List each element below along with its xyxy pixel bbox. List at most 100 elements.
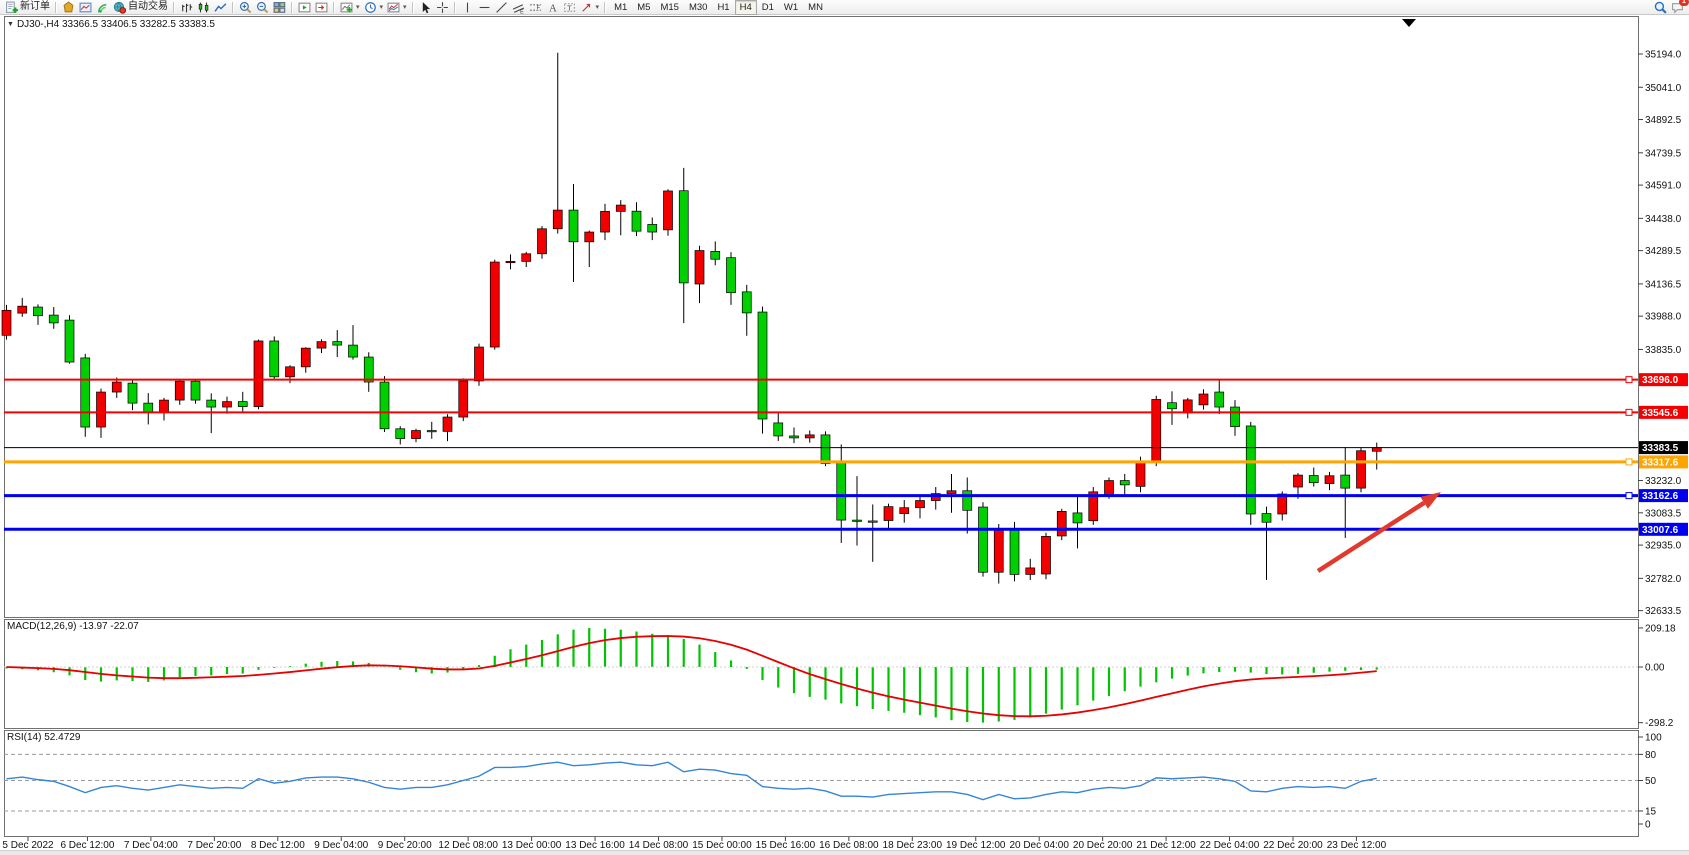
svg-text:33696.0: 33696.0 (1642, 375, 1679, 386)
timeframe-h1[interactable]: H1 (712, 0, 734, 15)
crosshair-button[interactable] (434, 0, 451, 14)
crosshair-icon (436, 1, 449, 14)
level-handle[interactable] (1626, 409, 1632, 415)
mt4-window: 新订单 自动交易 ▾ ▾ ▾ EFAT ▾ M1M5M15M30H1H4D1W1MN 1 351… (0, 0, 1689, 855)
level-handle[interactable] (1626, 377, 1632, 383)
zoom-out-button[interactable] (254, 0, 271, 14)
toolbar: 新订单 自动交易 ▾ ▾ ▾ EFAT ▾ M1M5M15M30H1H4D1W1MN 1 (0, 0, 1689, 15)
label-button[interactable]: T (561, 0, 578, 14)
chart-shift-icon (315, 1, 328, 14)
new-order-icon (5, 1, 18, 14)
alerts-icon (62, 1, 75, 14)
level-handle[interactable] (1626, 459, 1632, 465)
svg-text:0: 0 (1645, 820, 1651, 831)
chart-shift-button[interactable] (313, 0, 330, 14)
notification-badge: 1 (1679, 0, 1689, 6)
symbol-collapse-icon[interactable]: ▼ (7, 21, 14, 28)
zoom-in-icon (239, 1, 252, 14)
chevron-down-icon[interactable]: ▾ (356, 3, 360, 11)
macd-pane (5, 620, 1639, 729)
svg-text:209.18: 209.18 (1645, 623, 1676, 634)
status-bar (0, 850, 1689, 855)
auto-trading-button-label: 自动交易 (128, 0, 168, 14)
symbol-ohlc-text: DJ30-,H4 33366.5 33406.5 33282.5 33383.5 (17, 19, 215, 30)
timeframe-m15[interactable]: M15 (655, 0, 683, 15)
zoom-out-icon (256, 1, 269, 14)
macd-indicator-label: MACD(12,26,9) -13.97 -22.07 (7, 621, 139, 632)
fibo-icon: F (529, 1, 542, 14)
auto-trading-button[interactable]: 自动交易 (111, 0, 170, 14)
bar-chart-button[interactable] (178, 0, 195, 14)
svg-text:33162.6: 33162.6 (1642, 491, 1679, 502)
alerts-button[interactable] (60, 0, 77, 14)
rsi-indicator-label: RSI(14) 52.4729 (7, 732, 80, 743)
timeframe-m5[interactable]: M5 (632, 0, 655, 15)
periods-button[interactable]: ▾ (362, 0, 386, 14)
notifications-button[interactable]: 1 (1669, 0, 1686, 14)
market-watch-button[interactable] (77, 0, 94, 14)
svg-text:35194.0: 35194.0 (1645, 50, 1682, 61)
signal-icon (96, 1, 109, 14)
add-indicator-button[interactable]: ▾ (338, 0, 362, 14)
vline-icon (461, 1, 474, 14)
cursor-icon (419, 1, 432, 14)
new-order-button-label: 新订单 (20, 0, 50, 14)
svg-text:34136.5: 34136.5 (1645, 279, 1682, 290)
trendline-button[interactable] (493, 0, 510, 14)
text-button[interactable]: A (544, 0, 561, 14)
svg-text:E: E (520, 9, 524, 14)
svg-text:15: 15 (1645, 806, 1657, 817)
search-icon (1654, 1, 1667, 14)
toolbar-separator (333, 2, 335, 13)
timeframe-h4[interactable]: H4 (735, 0, 757, 15)
chevron-down-icon[interactable]: ▾ (596, 3, 600, 11)
channel-button[interactable]: E (510, 0, 527, 14)
vertical-line-button[interactable] (459, 0, 476, 14)
shapes-button[interactable]: ▾ (578, 0, 602, 14)
cursor-button[interactable] (417, 0, 434, 14)
timeframe-m1[interactable]: M1 (609, 0, 632, 15)
tile-windows-button[interactable] (271, 0, 288, 14)
svg-text:33232.0: 33232.0 (1645, 476, 1682, 487)
svg-text:80: 80 (1645, 750, 1657, 761)
templates-button[interactable]: ▾ (385, 0, 409, 14)
signals-button[interactable] (94, 0, 111, 14)
line-chart-button[interactable] (212, 0, 229, 14)
level-handle[interactable] (1626, 493, 1632, 499)
svg-text:33545.6: 33545.6 (1642, 408, 1679, 419)
timeframe-mn[interactable]: MN (803, 0, 828, 15)
svg-text:-298.2: -298.2 (1645, 718, 1674, 729)
text-a-icon: A (546, 1, 559, 14)
zoom-in-button[interactable] (237, 0, 254, 14)
svg-text:34591.0: 34591.0 (1645, 181, 1682, 192)
new-order-button[interactable]: 新订单 (3, 0, 52, 14)
timeframe-m30[interactable]: M30 (684, 0, 712, 15)
toolbar-separator (412, 2, 414, 13)
hline-icon (478, 1, 491, 14)
svg-text:34892.5: 34892.5 (1645, 115, 1682, 126)
svg-text:32782.0: 32782.0 (1645, 574, 1682, 585)
toolbar-separator (173, 2, 175, 13)
chart-canvas[interactable]: 35194.035041.034892.534739.534591.034438… (0, 0, 1689, 855)
chevron-down-icon[interactable]: ▾ (403, 3, 407, 11)
timeframe-w1[interactable]: W1 (779, 0, 803, 15)
svg-text:50: 50 (1645, 776, 1657, 787)
fibonacci-button[interactable]: F (527, 0, 544, 14)
horizontal-line-button[interactable] (476, 0, 493, 14)
trendline-icon (495, 1, 508, 14)
bars-icon (180, 1, 193, 14)
search-button[interactable] (1652, 0, 1669, 14)
toolbar-separator (454, 2, 456, 13)
add-indicator-icon (340, 1, 353, 14)
clock-icon (364, 1, 377, 14)
tiles-icon (273, 1, 286, 14)
svg-text:33383.5: 33383.5 (1642, 443, 1679, 454)
chevron-down-icon[interactable]: ▾ (380, 3, 384, 11)
timeframe-d1[interactable]: D1 (757, 0, 779, 15)
shapes-icon (580, 1, 593, 14)
svg-text:100: 100 (1645, 733, 1662, 744)
svg-text:33007.6: 33007.6 (1642, 525, 1679, 536)
auto-scroll-button[interactable] (296, 0, 313, 14)
svg-text:A: A (549, 2, 557, 13)
candle-chart-button[interactable] (195, 0, 212, 14)
